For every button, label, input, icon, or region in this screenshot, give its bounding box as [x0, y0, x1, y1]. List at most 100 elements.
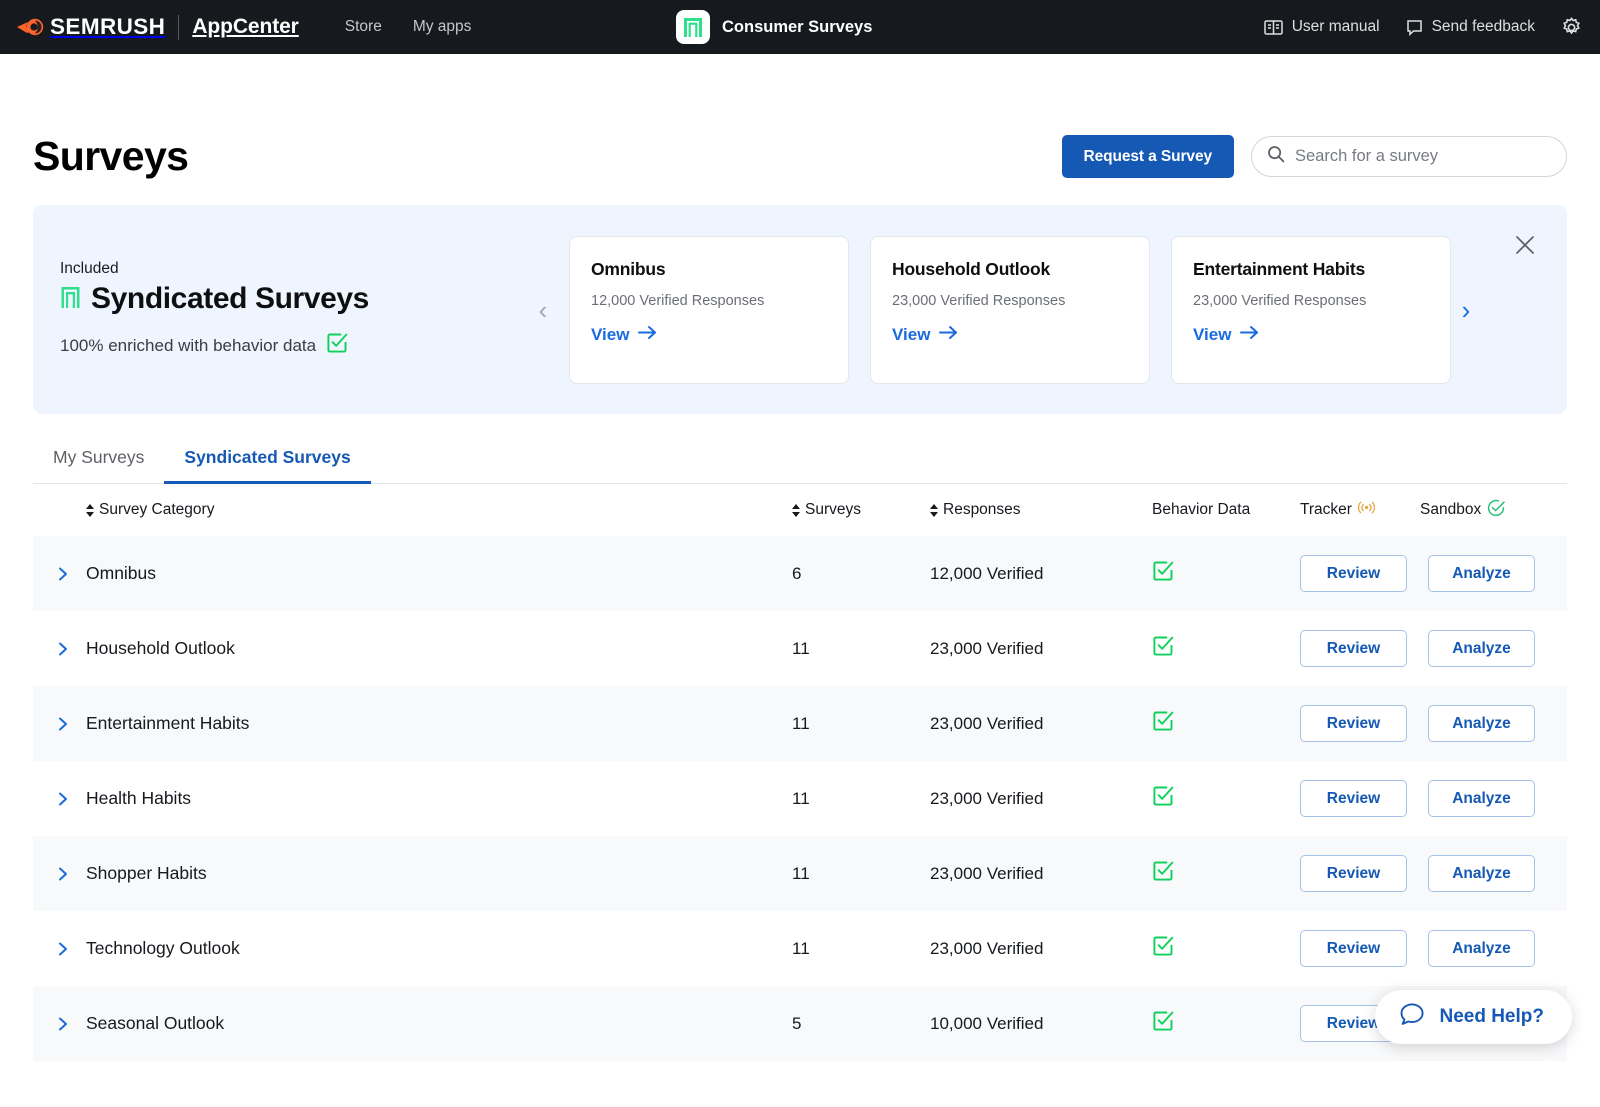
review-button[interactable]: Review — [1300, 630, 1407, 667]
view-label: View — [1193, 324, 1232, 344]
search-container[interactable] — [1251, 136, 1567, 177]
expand-row-chevron-icon[interactable] — [56, 1017, 70, 1031]
survey-card-title: Household Outlook — [892, 258, 1050, 279]
arrow-right-icon — [638, 325, 657, 345]
nav-store[interactable]: Store — [345, 18, 382, 36]
expand-row-chevron-icon[interactable] — [56, 867, 70, 881]
column-header-behavior-data: Behavior Data — [1152, 501, 1300, 519]
sort-icon — [86, 503, 95, 517]
table-row[interactable]: Technology Outlook 11 23,000 Verified Re… — [33, 911, 1567, 986]
banner-title: Syndicated Surveys — [91, 282, 369, 315]
review-button[interactable]: Review — [1300, 705, 1407, 742]
top-right-actions: User manual Send feedback — [1263, 16, 1582, 38]
surveys-tabs: My Surveys Syndicated Surveys — [33, 447, 1567, 484]
consumer-surveys-app-icon — [676, 10, 710, 44]
row-responses: 12,000 Verified — [930, 563, 1044, 583]
header-actions: Request a Survey — [1061, 135, 1567, 178]
analyze-button[interactable]: Analyze — [1428, 855, 1535, 892]
expand-row-chevron-icon[interactable] — [56, 942, 70, 956]
top-nav-links: Store My apps — [345, 18, 472, 36]
survey-card[interactable]: Household Outlook 23,000 Verified Respon… — [870, 235, 1150, 384]
expand-row-chevron-icon[interactable] — [56, 717, 70, 731]
row-surveys-count: 11 — [792, 863, 810, 883]
table-row[interactable]: Shopper Habits 11 23,000 Verified Review… — [33, 836, 1567, 911]
row-surveys-count: 11 — [792, 638, 810, 658]
table-header: Survey Category Surveys Responses Behavi… — [33, 484, 1567, 536]
row-behavior-data — [1152, 1010, 1300, 1037]
close-icon[interactable] — [1514, 234, 1536, 256]
user-manual-link[interactable]: User manual — [1263, 18, 1380, 36]
survey-card-view-link[interactable]: View — [1193, 325, 1259, 345]
survey-card-responses: 23,000 Verified Responses — [892, 292, 1066, 309]
row-responses: 23,000 Verified — [930, 713, 1044, 733]
column-header-survey-category[interactable]: Survey Category — [86, 501, 792, 519]
behavior-data-check-icon — [1152, 786, 1174, 811]
survey-card-view-link[interactable]: View — [892, 325, 958, 345]
review-button[interactable]: Review — [1300, 930, 1407, 967]
page-header: Surveys Request a Survey — [33, 133, 1567, 180]
analyze-button[interactable]: Analyze — [1428, 705, 1535, 742]
expand-row-chevron-icon[interactable] — [56, 792, 70, 806]
appcenter-link[interactable]: AppCenter — [192, 15, 299, 39]
column-label: Behavior Data — [1152, 501, 1251, 518]
survey-card-title: Entertainment Habits — [1193, 258, 1365, 279]
row-surveys-count: 11 — [792, 788, 810, 808]
nav-my-apps[interactable]: My apps — [413, 18, 472, 36]
review-button[interactable]: Review — [1300, 855, 1407, 892]
row-surveys-count: 11 — [792, 938, 810, 958]
arrow-right-icon — [1240, 325, 1259, 345]
tracker-signal-icon — [1357, 501, 1376, 519]
expand-row-chevron-icon[interactable] — [56, 567, 70, 581]
row-responses: 23,000 Verified — [930, 938, 1044, 958]
current-app: Consumer Surveys — [676, 10, 872, 44]
gear-icon — [1561, 16, 1582, 38]
column-label: Responses — [943, 501, 1021, 518]
survey-card[interactable]: Entertainment Habits 23,000 Verified Res… — [1171, 235, 1451, 384]
row-category-name: Shopper Habits — [86, 863, 207, 883]
tab-syndicated-surveys[interactable]: Syndicated Surveys — [164, 447, 372, 484]
settings-button[interactable] — [1561, 16, 1582, 38]
row-actions: Review Analyze — [1300, 930, 1535, 967]
row-actions: Review Analyze — [1300, 555, 1535, 592]
sandbox-check-circle-icon — [1487, 499, 1505, 522]
column-header-responses[interactable]: Responses — [930, 501, 1152, 519]
row-surveys-count: 11 — [792, 713, 810, 733]
row-responses: 23,000 Verified — [930, 863, 1044, 883]
syndicated-surveys-icon — [60, 285, 81, 314]
banner-included-label: Included — [60, 260, 119, 277]
need-help-widget[interactable]: Need Help? — [1375, 990, 1572, 1044]
send-feedback-label: Send feedback — [1431, 18, 1535, 35]
tab-my-surveys[interactable]: My Surveys — [33, 447, 164, 483]
analyze-button[interactable]: Analyze — [1428, 555, 1535, 592]
row-category-name: Entertainment Habits — [86, 713, 250, 733]
top-navigation-bar: SEMRUSH AppCenter Store My apps Consumer… — [0, 0, 1600, 54]
semrush-logo[interactable]: SEMRUSH — [17, 14, 165, 40]
row-responses: 23,000 Verified — [930, 788, 1044, 808]
analyze-button[interactable]: Analyze — [1428, 630, 1535, 667]
banner-prev-arrow[interactable]: ‹ — [530, 297, 556, 323]
review-button[interactable]: Review — [1300, 555, 1407, 592]
table-row[interactable]: Seasonal Outlook 5 10,000 Verified Revie… — [33, 986, 1567, 1061]
request-a-survey-button[interactable]: Request a Survey — [1061, 135, 1234, 178]
table-row[interactable]: Omnibus 6 12,000 Verified Review Analyze — [33, 536, 1567, 611]
search-input[interactable] — [1295, 147, 1551, 166]
table-row[interactable]: Health Habits 11 23,000 Verified Review … — [33, 761, 1567, 836]
review-button[interactable]: Review — [1300, 780, 1407, 817]
banner-cards: Omnibus 12,000 Verified Responses View H… — [569, 235, 1451, 384]
expand-row-chevron-icon[interactable] — [56, 642, 70, 656]
analyze-button[interactable]: Analyze — [1428, 780, 1535, 817]
row-actions: Review Analyze — [1300, 705, 1535, 742]
table-row[interactable]: Household Outlook 11 23,000 Verified Rev… — [33, 611, 1567, 686]
banner-next-arrow[interactable]: › — [1453, 297, 1479, 323]
semrush-wordmark: SEMRUSH — [50, 14, 166, 39]
banner-left-content: Included Syndicated Surveys 100% enriche… — [60, 260, 530, 359]
column-header-surveys[interactable]: Surveys — [792, 501, 930, 519]
send-feedback-link[interactable]: Send feedback — [1406, 18, 1535, 36]
table-row[interactable]: Entertainment Habits 11 23,000 Verified … — [33, 686, 1567, 761]
banner-subtitle-row: 100% enriched with behavior data — [60, 332, 530, 359]
survey-card[interactable]: Omnibus 12,000 Verified Responses View — [569, 235, 849, 384]
row-behavior-data — [1152, 935, 1300, 962]
analyze-button[interactable]: Analyze — [1428, 930, 1535, 967]
survey-card-view-link[interactable]: View — [591, 325, 657, 345]
surveys-table-body: Omnibus 6 12,000 Verified Review Analyze — [33, 536, 1567, 1061]
